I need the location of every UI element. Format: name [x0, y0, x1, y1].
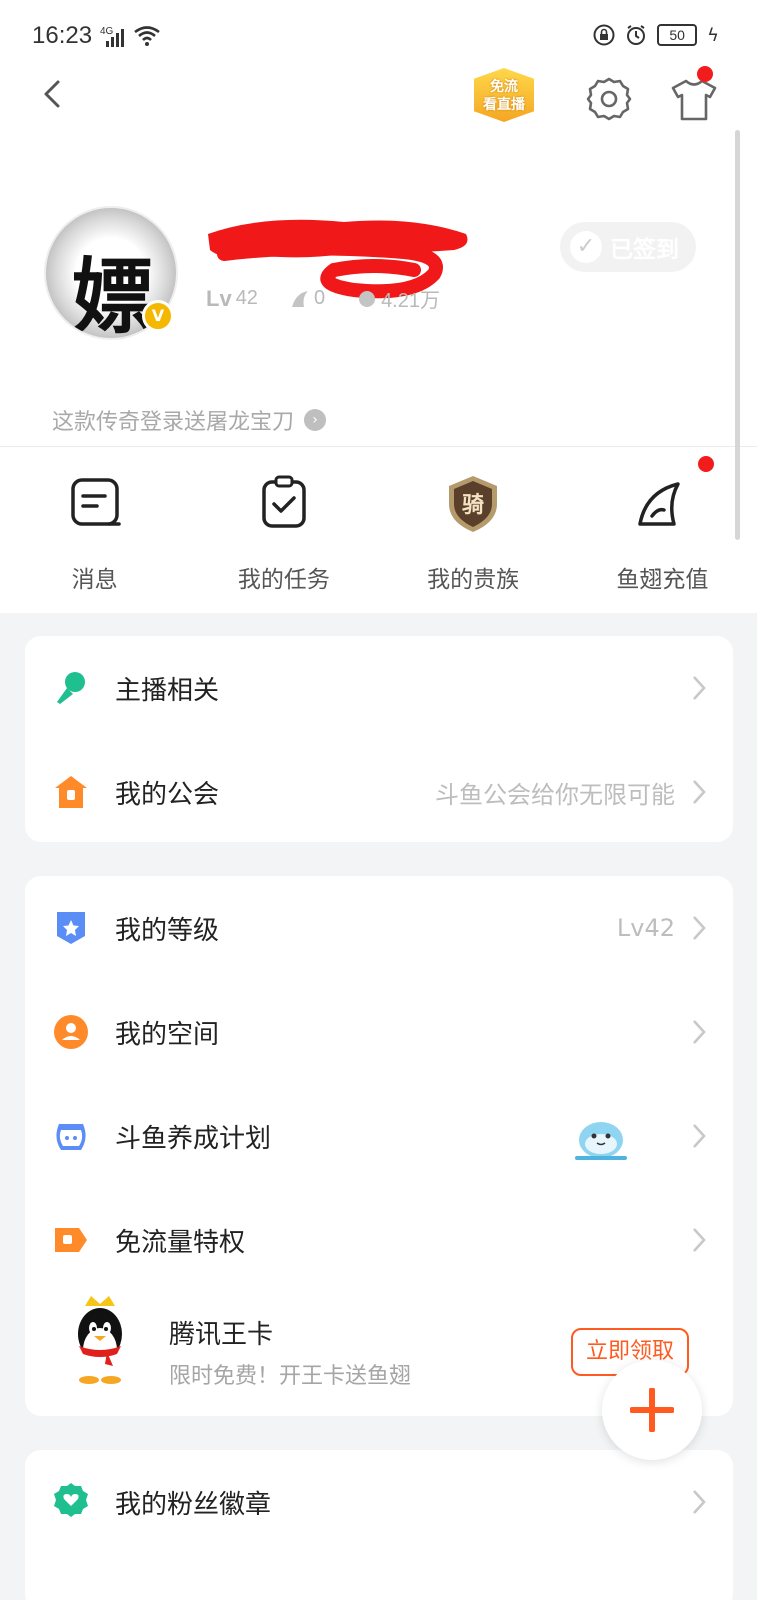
menu-item-level[interactable]: 我的等级 Lv42: [25, 876, 733, 980]
menu-item-subtext: Lv42: [616, 914, 675, 942]
tencent-card-subtitle: 限时免费！开王卡送鱼翅: [169, 1364, 412, 1389]
chevron-right-icon: [693, 1020, 706, 1044]
free-badge-line2: 看直播: [483, 97, 525, 113]
noble-shield-icon: 骑: [449, 476, 498, 532]
chevron-right-icon: [693, 1228, 706, 1252]
quick-action-noble[interactable]: 骑 我的贵族: [379, 468, 568, 598]
menu-item-streamer[interactable]: 主播相关: [25, 636, 733, 740]
menu-item-growth-plan[interactable]: 斗鱼养成计划: [25, 1084, 733, 1188]
fan-badge-icon: [54, 1483, 88, 1517]
alarm-icon: [627, 25, 646, 45]
mascot-fish-icon: [575, 1122, 627, 1160]
verified-v-badge: V: [142, 300, 174, 332]
check-icon: ✓: [570, 231, 602, 263]
followers-count: 4.21万: [381, 290, 440, 312]
card-fans: 我的粉丝徽章: [25, 1450, 733, 1600]
sign-in-label: 已签到: [610, 237, 679, 263]
plus-icon: [630, 1388, 674, 1432]
chevron-right-icon: [693, 916, 706, 940]
quick-action-message[interactable]: 消息: [0, 468, 189, 598]
menu-item-label: 免流量特权: [115, 1227, 246, 1258]
charging-icon: ϟ: [707, 24, 719, 46]
promo-banner[interactable]: 这款传奇登录送屠龙宝刀 ›: [52, 404, 327, 436]
menu-item-fan-badge[interactable]: 我的粉丝徽章: [25, 1450, 733, 1554]
menu-item-space[interactable]: 我的空间: [25, 980, 733, 1084]
free-data-icon: [55, 1228, 87, 1252]
quick-action-tasks[interactable]: 我的任务: [189, 468, 378, 598]
level-badge-icon: [57, 912, 85, 944]
qq-penguin-icon: [78, 1296, 122, 1384]
task-clipboard-icon: [262, 475, 306, 528]
sign-in-button[interactable]: ✓ 已签到: [560, 222, 696, 272]
back-arrow-icon[interactable]: [34, 76, 74, 116]
quick-action-label: 我的任务: [237, 567, 330, 593]
tencent-card-title: 腾讯王卡: [169, 1320, 274, 1350]
microphone-icon: [57, 672, 85, 704]
guild-house-icon: [55, 776, 87, 808]
fish-fin-count: 0: [313, 287, 326, 309]
skin-shirt-icon[interactable]: [670, 78, 718, 122]
lock-rotation-icon: [593, 24, 615, 46]
divider: [0, 446, 757, 447]
followers-icon: [359, 290, 376, 307]
profile-stats: Lv 42 0 4.21万: [206, 284, 440, 313]
fish-fin-small-icon: [291, 290, 308, 307]
battery-level: 50: [657, 24, 698, 46]
quick-action-label: 鱼翅充值: [616, 567, 709, 593]
message-icon: [70, 478, 121, 526]
profile-header: 免流 看直播 嫖 V Lv 42 0 4.21万 ✓ 已签到 这款传奇登录送屠龙…: [0, 66, 757, 613]
recharge-notification-dot: [697, 456, 714, 472]
signal-icon: [106, 29, 124, 47]
chevron-right-icon: [693, 1124, 706, 1148]
chevron-right-icon: [693, 676, 706, 700]
quick-action-label: 消息: [71, 567, 118, 593]
chevron-right-icon: [693, 780, 706, 804]
wifi-icon: [134, 26, 160, 46]
status-time: 16:23: [32, 22, 93, 49]
shirt-notification-dot: [697, 66, 713, 82]
free-data-live-badge[interactable]: 免流 看直播: [466, 68, 542, 124]
user-space-icon: [54, 1015, 88, 1049]
menu-item-label: 我的粉丝徽章: [115, 1489, 272, 1520]
gear-icon[interactable]: [586, 76, 632, 122]
menu-item-label: 我的空间: [115, 1019, 220, 1050]
menu-item-label: 主播相关: [115, 675, 220, 706]
promo-text: 这款传奇登录送屠龙宝刀: [52, 410, 295, 435]
free-badge-line1: 免流: [490, 79, 518, 95]
menu-item-guild[interactable]: 我的公会 斗鱼公会给你无限可能: [25, 740, 733, 844]
menu-item-subtext: 斗鱼公会给你无限可能: [435, 780, 675, 809]
svg-text:骑: 骑: [462, 493, 484, 518]
card-personal: 我的等级 Lv42 我的空间 斗鱼养成计划 免流量特权 腾讯王卡 限时免费！开王…: [25, 876, 733, 1416]
scrollbar[interactable]: [735, 130, 740, 540]
card-streaming: 主播相关 我的公会 斗鱼公会给你无限可能: [25, 636, 733, 842]
menu-item-label: 我的等级: [115, 915, 220, 946]
menu-item-label: 我的公会: [115, 779, 220, 810]
floating-add-button[interactable]: [602, 1360, 702, 1460]
quick-actions: 消息 我的任务 骑 我的贵族 鱼翅充值: [0, 456, 757, 598]
quick-action-label: 我的贵族: [427, 567, 520, 593]
chevron-right-icon: [693, 1490, 706, 1514]
fishbowl-icon: [56, 1124, 86, 1150]
status-bar: 16:23 4G 50 ϟ: [0, 0, 757, 76]
level-prefix: Lv: [206, 285, 232, 311]
fish-fin-icon: [638, 482, 681, 526]
chevron-right-circle-icon: ›: [304, 409, 327, 431]
menu-item-label: 斗鱼养成计划: [115, 1123, 272, 1154]
menu-item-free-data[interactable]: 免流量特权: [25, 1188, 733, 1292]
quick-action-recharge[interactable]: 鱼翅充值: [568, 456, 757, 598]
level-value: 42: [235, 287, 258, 309]
